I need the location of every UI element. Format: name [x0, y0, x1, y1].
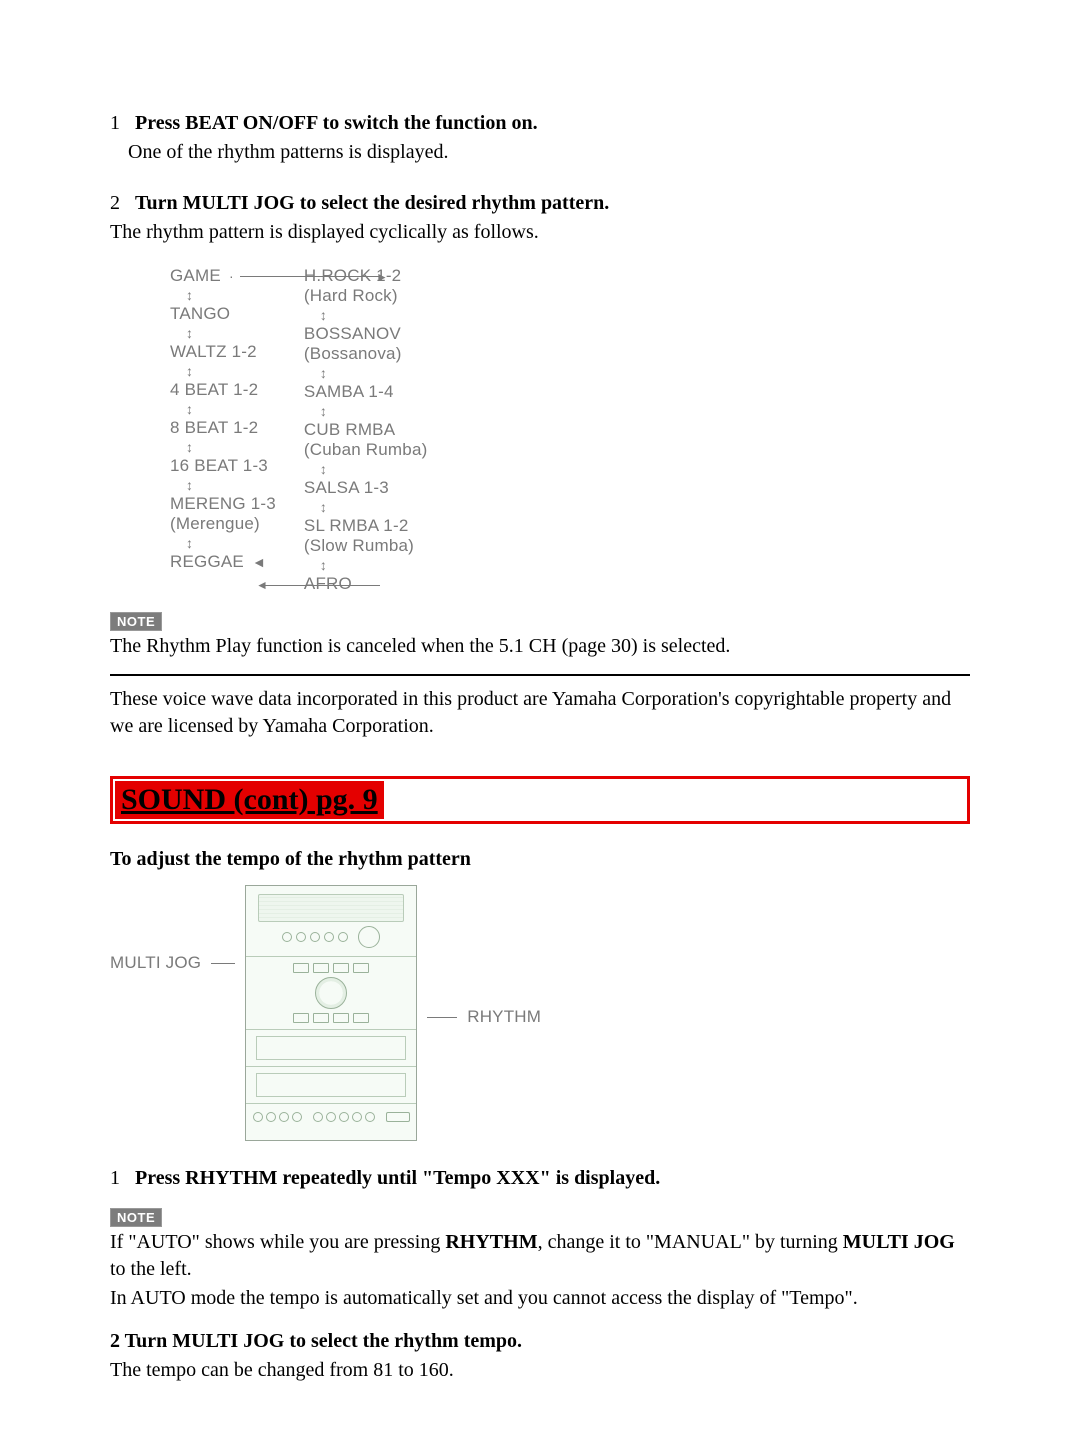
flow-item-sub: (Merengue) — [170, 514, 260, 534]
flow-item: 8 BEAT 1-2 — [170, 418, 258, 438]
flow-item: SAMBA 1-4 — [304, 382, 394, 402]
section-header-title: SOUND (cont) pg. 9 — [115, 781, 384, 819]
flow-item-sub: (Hard Rock) — [304, 286, 398, 306]
flow-item: GAME — [170, 266, 221, 286]
rhythm-pattern-flow-diagram: ► GAME · ↕ TANGO ↕ WALTZ 1-2 ↕ 4 BEAT 1-… — [170, 266, 970, 594]
note-badge: NOTE — [110, 1208, 162, 1227]
step-1-number: 1 — [110, 112, 120, 134]
section-header-sound: SOUND (cont) pg. 9 — [110, 776, 970, 824]
step-1-instruction: Press BEAT ON/OFF to switch the function… — [135, 112, 538, 134]
flow-item: BOSSANOV — [304, 324, 401, 344]
step-1-detail: One of the rhythm patterns is displayed. — [110, 139, 970, 166]
section-divider — [110, 674, 970, 676]
step-2: 2 Turn MULTI JOG to select the desired r… — [110, 190, 970, 217]
step-2-instruction: Turn MULTI JOG to select the desired rhy… — [135, 192, 609, 214]
flow-item: CUB RMBA — [304, 420, 395, 440]
flow-item: 16 BEAT 1-3 — [170, 456, 268, 476]
flow-item: REGGAE — [170, 552, 244, 572]
step-2-number: 2 — [110, 192, 120, 214]
flow-column-left: GAME · ↕ TANGO ↕ WALTZ 1-2 ↕ 4 BEAT 1-2 … — [170, 266, 276, 572]
step-3-instruction: Press RHYTHM repeatedly until "Tempo XXX… — [135, 1167, 660, 1189]
label-rhythm: RHYTHM — [467, 999, 541, 1027]
flow-item: AFRO — [304, 574, 352, 594]
flow-item: SALSA 1-3 — [304, 478, 389, 498]
note-2-line2: In AUTO mode the tempo is automatically … — [110, 1285, 970, 1312]
flow-item-sub: (Slow Rumba) — [304, 536, 414, 556]
license-statement: These voice wave data incorporated in th… — [110, 686, 970, 740]
note-badge: NOTE — [110, 612, 162, 631]
step-3-number: 1 — [110, 1167, 120, 1189]
step-turn-multi-jog: 2 Turn MULTI JOG to select the rhythm te… — [110, 1328, 970, 1355]
stereo-illustration — [245, 885, 417, 1141]
flow-item: 4 BEAT 1-2 — [170, 380, 258, 400]
step-1: 1 Press BEAT ON/OFF to switch the functi… — [110, 110, 970, 137]
note-1-text: The Rhythm Play function is canceled whe… — [110, 633, 970, 660]
flow-item: TANGO — [170, 304, 230, 324]
flow-item: MERENG 1-3 — [170, 494, 276, 514]
tempo-heading: To adjust the tempo of the rhythm patter… — [110, 846, 970, 873]
flow-item-sub: (Bossanova) — [304, 344, 402, 364]
flow-item: SL RMBA 1-2 — [304, 516, 409, 536]
label-multi-jog: MULTI JOG — [110, 953, 201, 1073]
flow-item: WALTZ 1-2 — [170, 342, 257, 362]
flow-column-right: H.ROCK 1-2 (Hard Rock) ↕ BOSSANOV (Bossa… — [304, 266, 428, 594]
device-illustration: MULTI JOG — [110, 885, 970, 1141]
note-2-line1: If "AUTO" shows while you are pressing R… — [110, 1229, 970, 1283]
step-4-detail: The tempo can be changed from 81 to 160. — [110, 1357, 970, 1384]
flow-item-sub: (Cuban Rumba) — [304, 440, 428, 460]
step-2-detail: The rhythm pattern is displayed cyclical… — [110, 219, 970, 246]
step-press-rhythm: 1 Press RHYTHM repeatedly until "Tempo X… — [110, 1165, 970, 1192]
